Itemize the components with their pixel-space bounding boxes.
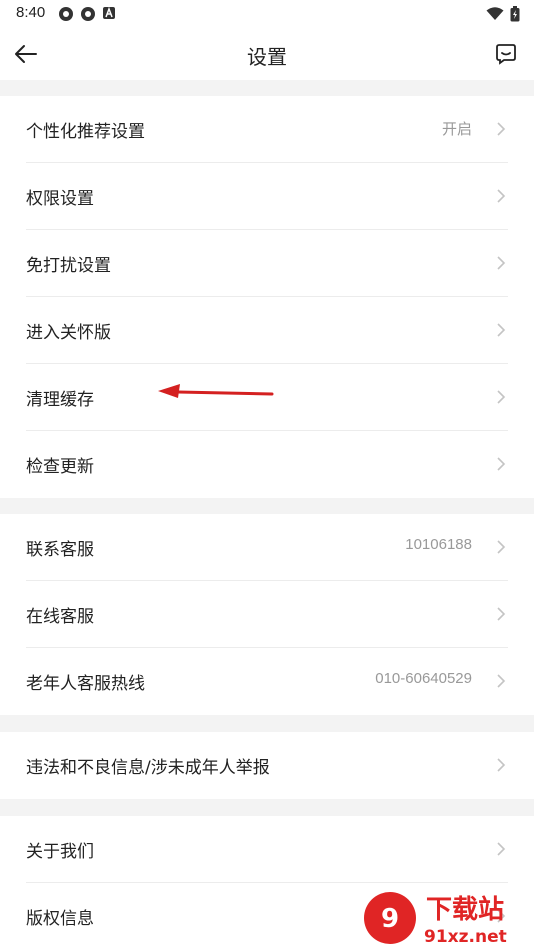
chevron-right-icon bbox=[497, 758, 506, 772]
settings-row-check-update[interactable]: 检查更新 bbox=[26, 431, 508, 498]
settings-row-contact-service[interactable]: 联系客服 10106188 bbox=[26, 514, 508, 581]
settings-row-permissions[interactable]: 权限设置 bbox=[26, 163, 508, 230]
row-label: 清理缓存 bbox=[26, 389, 94, 410]
row-label: 检查更新 bbox=[26, 457, 94, 477]
chevron-right-icon bbox=[497, 323, 506, 337]
row-value: 10106188 bbox=[405, 536, 472, 553]
row-label: 联系客服 bbox=[26, 539, 94, 560]
page-title: 设置 bbox=[247, 45, 287, 69]
annotation-arrow bbox=[158, 384, 274, 398]
settings-row-report[interactable]: 违法和不良信息/涉未成年人举报 bbox=[26, 732, 508, 799]
chevron-right-icon bbox=[497, 390, 506, 404]
svg-text:9: 9 bbox=[381, 904, 399, 934]
settings-row-about-us[interactable]: 关于我们 bbox=[26, 816, 508, 883]
chevron-right-icon bbox=[497, 540, 506, 554]
settings-group-general: 个性化推荐设置 开启 权限设置 免打扰设置 进入关怀版 清理缓存 检查更新 bbox=[0, 96, 534, 498]
feedback-button[interactable] bbox=[492, 40, 520, 68]
row-label: 个性化推荐设置 bbox=[26, 121, 145, 142]
app-notification-icon bbox=[81, 7, 95, 21]
row-label: 权限设置 bbox=[26, 188, 94, 209]
row-label: 进入关怀版 bbox=[26, 322, 111, 343]
watermark-domain: 91xz.net bbox=[424, 927, 507, 947]
chevron-right-icon bbox=[497, 256, 506, 270]
row-label: 免打扰设置 bbox=[26, 255, 111, 276]
settings-row-elderly-hotline[interactable]: 老年人客服热线 010-60640529 bbox=[26, 648, 508, 715]
settings-group-service: 联系客服 10106188 在线客服 老年人客服热线 010-60640529 bbox=[0, 514, 534, 715]
a-badge-icon bbox=[103, 6, 115, 19]
app-bar: 设置 bbox=[0, 28, 534, 80]
settings-row-do-not-disturb[interactable]: 免打扰设置 bbox=[26, 230, 508, 297]
status-bar: 8:40 bbox=[0, 0, 534, 28]
watermark-logo: 9 下载站 91xz.net bbox=[364, 892, 507, 947]
row-value: 010-60640529 bbox=[375, 670, 472, 687]
chevron-right-icon bbox=[497, 122, 506, 136]
row-label: 老年人客服热线 bbox=[26, 674, 145, 694]
settings-row-online-service[interactable]: 在线客服 bbox=[26, 581, 508, 648]
chevron-right-icon bbox=[497, 674, 506, 688]
chevron-right-icon bbox=[497, 189, 506, 203]
settings-row-care-mode[interactable]: 进入关怀版 bbox=[26, 297, 508, 364]
wifi-icon bbox=[486, 7, 504, 20]
status-system-icons bbox=[486, 6, 520, 22]
chevron-right-icon bbox=[497, 842, 506, 856]
row-label: 关于我们 bbox=[26, 841, 94, 862]
row-label: 违法和不良信息/涉未成年人举报 bbox=[26, 758, 270, 778]
watermark-brand: 下载站 bbox=[426, 895, 504, 925]
app-notification-icon bbox=[59, 7, 73, 21]
row-value: 开启 bbox=[441, 121, 472, 138]
settings-row-personalized-recommend[interactable]: 个性化推荐设置 开启 bbox=[26, 96, 508, 163]
settings-group-report: 违法和不良信息/涉未成年人举报 bbox=[0, 732, 534, 799]
row-label: 在线客服 bbox=[26, 606, 94, 627]
status-time: 8:40 bbox=[16, 4, 46, 21]
battery-icon bbox=[510, 6, 520, 22]
message-icon bbox=[496, 44, 516, 65]
row-label: 版权信息 bbox=[26, 909, 94, 929]
status-notification-icons bbox=[58, 6, 116, 22]
chevron-right-icon bbox=[497, 607, 506, 621]
chevron-right-icon bbox=[497, 457, 506, 471]
